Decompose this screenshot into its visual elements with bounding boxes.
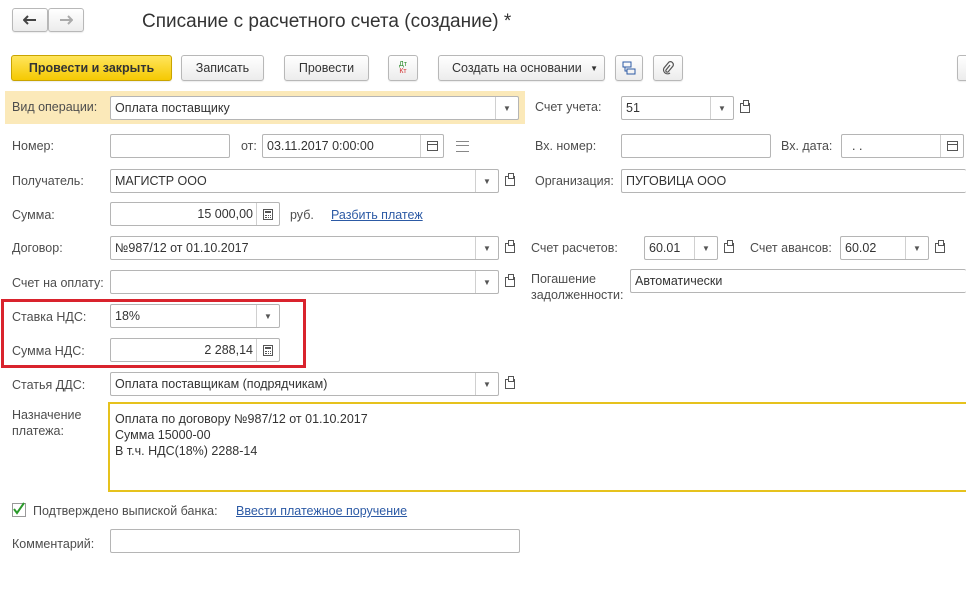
open-icon bbox=[505, 173, 515, 186]
arrow-right-icon bbox=[60, 15, 73, 25]
dropdown-arrow-icon[interactable]: ▼ bbox=[710, 97, 733, 119]
advance-account-label: Счет авансов: bbox=[750, 241, 832, 255]
sum-input[interactable]: 15 000,00 bbox=[110, 202, 280, 226]
dds-label: Статья ДДС: bbox=[12, 378, 86, 392]
in-number-input[interactable] bbox=[621, 134, 771, 158]
in-date-input[interactable]: . . bbox=[841, 134, 964, 158]
create-based-on-button[interactable]: Создать на основании ▼ bbox=[438, 55, 605, 81]
calendar-icon bbox=[426, 141, 438, 151]
contract-select[interactable]: №987/12 от 01.10.2017 ▼ bbox=[110, 236, 499, 260]
dds-select[interactable]: Оплата поставщикам (подрядчикам) ▼ bbox=[110, 372, 499, 396]
dt-kt-button[interactable]: Дт Кт bbox=[388, 55, 418, 81]
calculator-button[interactable] bbox=[256, 339, 279, 361]
organization-select[interactable]: ПУГОВИЦА ООО bbox=[621, 169, 966, 193]
debt-label-line1: Погашение bbox=[531, 272, 596, 286]
forward-button[interactable] bbox=[48, 8, 84, 32]
calendar-button[interactable] bbox=[940, 135, 963, 157]
purpose-label-line1: Назначение bbox=[12, 408, 82, 422]
open-contract-button[interactable] bbox=[501, 238, 519, 258]
dropdown-arrow-icon[interactable]: ▼ bbox=[475, 237, 498, 259]
document-structure-icon bbox=[622, 61, 636, 75]
purpose-line: Сумма 15000-00 bbox=[115, 428, 211, 442]
open-account-button[interactable] bbox=[736, 98, 754, 118]
vat-sum-input[interactable]: 2 288,14 bbox=[110, 338, 280, 362]
operation-select[interactable]: Оплата поставщику ▼ bbox=[110, 96, 519, 120]
purpose-textarea[interactable]: Оплата по договору №987/12 от 01.10.2017… bbox=[108, 402, 966, 492]
arrow-left-icon bbox=[23, 15, 36, 25]
post-button[interactable]: Провести bbox=[284, 55, 369, 81]
calendar-icon bbox=[946, 141, 958, 151]
open-icon bbox=[935, 240, 945, 253]
save-button[interactable]: Записать bbox=[181, 55, 264, 81]
structure-button[interactable] bbox=[615, 55, 643, 81]
purpose-line: Оплата по договору №987/12 от 01.10.2017 bbox=[115, 412, 368, 426]
dropdown-arrow-icon[interactable]: ▼ bbox=[905, 237, 928, 259]
dropdown-arrow-icon: ▼ bbox=[590, 63, 598, 73]
paperclip-icon bbox=[662, 61, 674, 75]
date-from-label: от: bbox=[241, 139, 257, 153]
calculator-button[interactable] bbox=[256, 203, 279, 225]
attach-button[interactable] bbox=[653, 55, 683, 81]
open-invoice-button[interactable] bbox=[501, 272, 519, 292]
recipient-select[interactable]: МАГИСТР ООО ▼ bbox=[110, 169, 499, 193]
history-icon[interactable] bbox=[456, 141, 469, 152]
dropdown-arrow-icon[interactable]: ▼ bbox=[475, 170, 498, 192]
calculator-icon bbox=[263, 208, 273, 220]
comment-input[interactable] bbox=[110, 529, 520, 553]
confirmed-checkbox[interactable] bbox=[12, 502, 26, 517]
operation-label: Вид операции: bbox=[12, 100, 98, 114]
calendar-button[interactable] bbox=[420, 135, 443, 157]
purpose-line: В т.ч. НДС(18%) 2288-14 bbox=[115, 444, 258, 458]
in-number-label: Вх. номер: bbox=[535, 139, 597, 153]
enter-payment-order-link[interactable]: Ввести платежное поручение bbox=[236, 503, 407, 519]
account-select[interactable]: 51 ▼ bbox=[621, 96, 734, 120]
dropdown-arrow-icon[interactable]: ▼ bbox=[495, 97, 518, 119]
contract-label: Договор: bbox=[12, 241, 63, 255]
vat-sum-label: Сумма НДС: bbox=[12, 344, 85, 358]
account-label: Счет учета: bbox=[535, 100, 602, 114]
advance-account-select[interactable]: 60.02 ▼ bbox=[840, 236, 929, 260]
dropdown-arrow-icon[interactable]: ▼ bbox=[475, 271, 498, 293]
settlement-account-select[interactable]: 60.01 ▼ bbox=[644, 236, 718, 260]
vat-rate-select[interactable]: 18% ▼ bbox=[110, 304, 280, 328]
invoice-select[interactable]: ▼ bbox=[110, 270, 499, 294]
open-icon bbox=[505, 274, 515, 287]
open-settlement-button[interactable] bbox=[720, 238, 738, 258]
calculator-icon bbox=[263, 344, 273, 356]
dropdown-arrow-icon[interactable]: ▼ bbox=[256, 305, 279, 327]
sum-label: Сумма: bbox=[12, 208, 55, 222]
in-date-label: Вх. дата: bbox=[781, 139, 833, 153]
purpose-label-line2: платежа: bbox=[12, 424, 64, 438]
currency-label: руб. bbox=[290, 208, 314, 222]
post-and-close-button[interactable]: Провести и закрыть bbox=[11, 55, 172, 81]
open-icon bbox=[505, 240, 515, 253]
dt-kt-icon: Дт Кт bbox=[399, 61, 407, 75]
recipient-label: Получатель: bbox=[12, 174, 84, 188]
debt-select[interactable]: Автоматически bbox=[630, 269, 966, 293]
open-advance-button[interactable] bbox=[931, 238, 949, 258]
open-dds-button[interactable] bbox=[501, 374, 519, 394]
open-icon bbox=[505, 376, 515, 389]
number-input[interactable] bbox=[110, 134, 230, 158]
organization-label: Организация: bbox=[535, 174, 614, 188]
number-label: Номер: bbox=[12, 139, 54, 153]
open-icon bbox=[724, 240, 734, 253]
confirmed-label: Подтверждено выпиской банка: bbox=[33, 504, 218, 518]
settlement-account-label: Счет расчетов: bbox=[531, 241, 618, 255]
back-button[interactable] bbox=[12, 8, 48, 32]
date-input[interactable]: 03.11.2017 0:00:00 bbox=[262, 134, 444, 158]
debt-label-line2: задолженности: bbox=[531, 288, 624, 302]
page-title: Списание с расчетного счета (создание) * bbox=[142, 11, 512, 32]
open-recipient-button[interactable] bbox=[501, 171, 519, 191]
dropdown-arrow-icon[interactable]: ▼ bbox=[475, 373, 498, 395]
more-button[interactable] bbox=[957, 55, 966, 81]
split-payment-link[interactable]: Разбить платеж bbox=[331, 207, 423, 223]
dropdown-arrow-icon[interactable]: ▼ bbox=[694, 237, 717, 259]
checkmark-icon bbox=[13, 502, 25, 515]
comment-label: Комментарий: bbox=[12, 537, 95, 551]
vat-rate-label: Ставка НДС: bbox=[12, 310, 87, 324]
invoice-label: Счет на оплату: bbox=[12, 276, 104, 290]
open-icon bbox=[740, 100, 750, 113]
